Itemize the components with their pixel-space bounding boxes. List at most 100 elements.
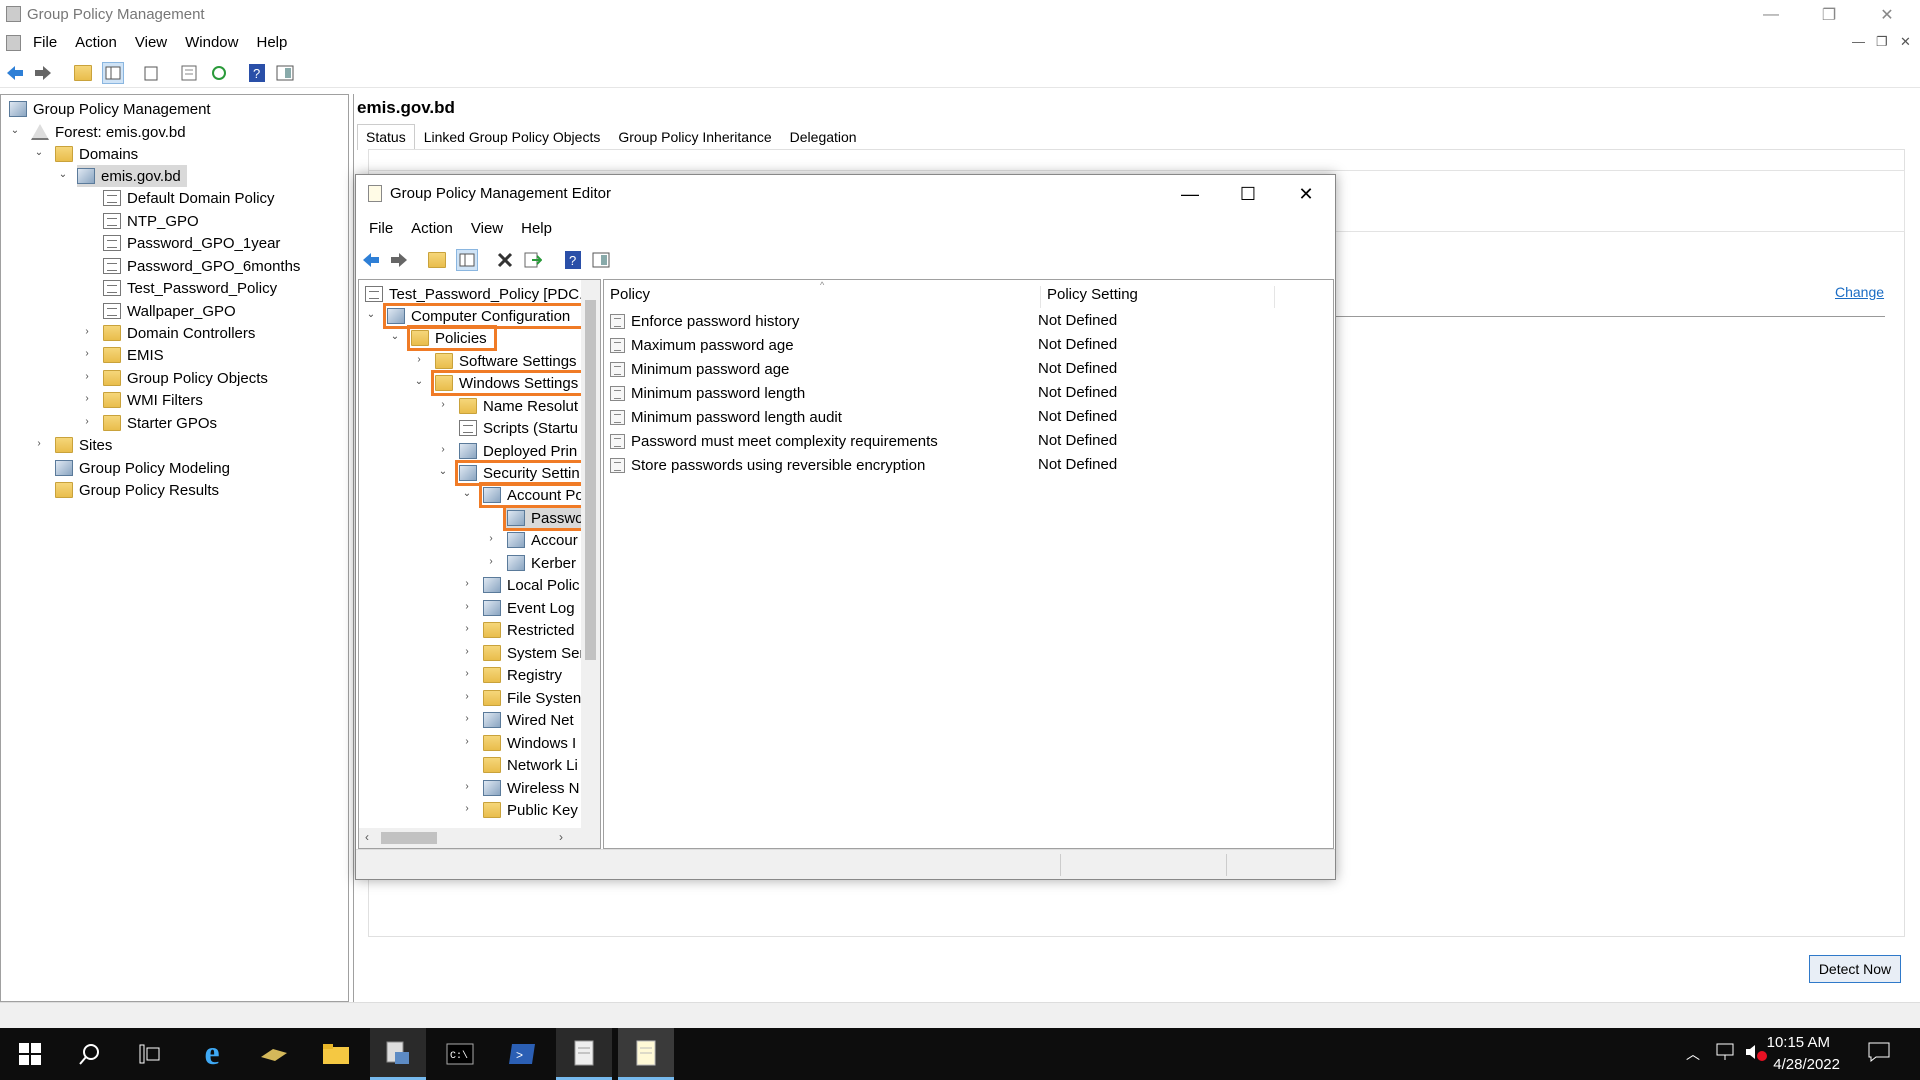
policy-row[interactable]: Enforce password history [610,310,799,332]
mdi-restore-button[interactable]: ❐ [1876,34,1888,50]
group-policy-management-icon[interactable] [556,1028,612,1080]
up-folder-icon[interactable] [426,249,448,271]
scroll-thumb[interactable] [381,832,437,844]
tree-wired-network[interactable]: Wired Net [483,709,574,731]
editor-maximize-button[interactable]: ☐ [1219,175,1277,213]
scroll-thumb[interactable] [585,300,596,660]
volume-muted-icon[interactable] [1744,1042,1768,1066]
policy-row[interactable]: Store passwords using reversible encrypt… [610,454,925,476]
internet-explorer-icon[interactable]: e [184,1028,240,1080]
chevron-right-icon[interactable]: › [461,781,473,792]
tree-registry[interactable]: Registry [483,664,562,686]
minimize-button[interactable]: — [1748,0,1794,30]
up-folder-icon[interactable] [72,62,94,84]
chevron-right-icon[interactable]: › [485,556,497,567]
tree-ou[interactable]: Starter GPOs [103,412,217,434]
chevron-right-icon[interactable]: › [461,803,473,814]
search-icon[interactable] [62,1028,118,1080]
tree-gpo-link[interactable]: NTP_GPO [103,210,199,232]
tab-inheritance[interactable]: Group Policy Inheritance [609,124,780,150]
chevron-right-icon[interactable]: › [81,416,93,427]
menu-window[interactable]: Window [176,31,247,54]
action-center-icon[interactable] [1868,1042,1890,1066]
chevron-down-icon[interactable]: ⌄ [365,309,377,320]
properties-icon[interactable] [178,62,200,84]
tree-gpo-link[interactable]: Default Domain Policy [103,187,275,209]
show-hide-tree-icon[interactable] [102,62,124,84]
tab-delegation[interactable]: Delegation [781,124,866,150]
refresh-icon[interactable] [208,62,230,84]
tree-policies[interactable]: Policies [407,325,497,351]
tree-root-gpm[interactable]: Group Policy Management [9,98,211,120]
menu-help[interactable]: Help [247,31,296,54]
editor-menu-file[interactable]: File [360,217,402,239]
back-icon[interactable] [360,249,382,271]
tree-software-settings[interactable]: Software Settings [435,350,577,372]
tree-domains[interactable]: Domains [55,143,138,165]
chevron-right-icon[interactable]: › [81,393,93,404]
system-menu-icon[interactable] [6,35,21,51]
file-explorer-icon[interactable] [308,1028,364,1080]
menu-action[interactable]: Action [66,31,126,54]
command-prompt-icon[interactable]: C:\ [432,1028,488,1080]
chevron-right-icon[interactable]: › [461,736,473,747]
policy-row[interactable]: Maximum password age [610,334,794,356]
tree-wireless-network[interactable]: Wireless N [483,777,580,799]
mdi-minimize-button[interactable]: — [1852,34,1865,49]
chevron-down-icon[interactable]: ⌄ [437,466,449,477]
help-icon[interactable]: ? [562,249,584,271]
tree-event-log[interactable]: Event Log [483,597,575,619]
tree-ou[interactable]: WMI Filters [103,389,203,411]
tree-modeling[interactable]: Group Policy Modeling [55,457,230,479]
editor-menu-view[interactable]: View [462,217,512,239]
scroll-right-icon[interactable]: › [559,830,563,844]
tree-local-policies[interactable]: Local Polic [483,574,580,596]
chevron-right-icon[interactable]: › [33,438,45,449]
action-pane-icon[interactable] [590,249,612,271]
tree-gpo-root[interactable]: Test_Password_Policy [PDC.EM [365,283,600,305]
delete-icon[interactable] [494,249,516,271]
editor-minimize-button[interactable]: — [1161,175,1219,213]
change-link[interactable]: Change [1835,284,1884,300]
horizontal-scrollbar[interactable]: ‹ › [359,828,600,848]
column-policy-setting[interactable]: Policy Setting [1041,286,1275,308]
chevron-right-icon[interactable]: › [437,399,449,410]
export-list-icon[interactable] [522,249,544,271]
editor-close-button[interactable]: ✕ [1277,175,1335,213]
editor-menu-action[interactable]: Action [402,217,462,239]
chevron-right-icon[interactable]: › [461,623,473,634]
close-button[interactable]: ✕ [1864,0,1910,30]
tree-public-key[interactable]: Public Key [483,799,578,821]
task-view-icon[interactable] [122,1028,178,1080]
chevron-right-icon[interactable]: › [461,713,473,724]
tree-ou[interactable]: Domain Controllers [103,322,255,344]
tray-overflow-icon[interactable]: ︿ [1686,1044,1700,1064]
tree-account-policies[interactable]: Account Po [479,482,589,508]
tree-forest[interactable]: Forest: emis.gov.bd [31,121,186,143]
chevron-right-icon[interactable]: › [81,326,93,337]
tree-name-resolution[interactable]: Name Resolut [459,395,578,417]
tree-restricted-groups[interactable]: Restricted [483,619,575,641]
clock-date[interactable]: 4/28/2022 [1773,1056,1840,1073]
policy-row[interactable]: Minimum password length audit [610,406,842,428]
clock-time[interactable]: 10:15 AM [1767,1034,1830,1051]
tree-gpo-link[interactable]: Test_Password_Policy [103,277,277,299]
scroll-left-icon[interactable]: ‹ [365,830,369,844]
tree-security-settings[interactable]: Security Settin [455,460,595,486]
chevron-down-icon[interactable]: ⌄ [57,169,69,180]
back-icon[interactable] [4,62,26,84]
chevron-right-icon[interactable]: › [461,668,473,679]
tree-kerberos[interactable]: Kerber [507,552,576,574]
tree-ou[interactable]: Group Policy Objects [103,367,268,389]
powershell-icon[interactable]: > [494,1028,550,1080]
tree-system-services[interactable]: System Ser [483,642,585,664]
tree-scripts[interactable]: Scripts (Startu [459,417,578,439]
forward-icon[interactable] [32,62,54,84]
chevron-right-icon[interactable]: › [461,578,473,589]
tree-file-system[interactable]: File Systen [483,687,581,709]
chevron-right-icon[interactable]: › [413,354,425,365]
tree-computer-configuration[interactable]: Computer Configuration [383,303,598,329]
tab-linked-gpos[interactable]: Linked Group Policy Objects [415,124,610,150]
restore-button[interactable]: ❐ [1806,0,1852,30]
tree-windows-settings[interactable]: Windows Settings [431,370,588,396]
